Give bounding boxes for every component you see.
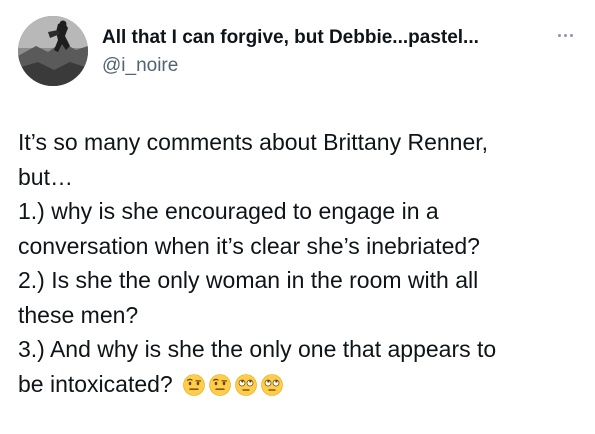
- face-with-rolling-eyes-emoji: [261, 373, 283, 396]
- face-with-raised-eyebrow-emoji: [209, 373, 231, 396]
- more-dot: [558, 34, 561, 37]
- tweet-line: these men?: [18, 301, 139, 328]
- tweet-line: conversation when it’s clear she’s inebr…: [18, 232, 480, 259]
- tweet-line: It’s so many comments about Brittany Ren…: [18, 129, 489, 155]
- tweet-line: but…: [18, 163, 73, 190]
- tweet-line: 3.) And why is she the only one that app…: [18, 336, 497, 362]
- tweet-line: be intoxicated?: [18, 370, 173, 397]
- face-with-raised-eyebrow-emoji: [183, 373, 205, 396]
- face-with-rolling-eyes-emoji: [235, 373, 257, 396]
- tweet-card: All that I can forgive, but Debbie...pas…: [0, 0, 595, 434]
- tweet-line: 2.) Is she the only woman in the room wi…: [18, 267, 479, 293]
- author-handle[interactable]: @i_noire: [102, 55, 178, 77]
- avatar[interactable]: [18, 16, 88, 86]
- more-dot: [564, 34, 567, 37]
- profile-photo-icon: [18, 16, 88, 86]
- more-horizontal-icon[interactable]: [556, 31, 576, 41]
- author-display-name[interactable]: All that I can forgive, but Debbie...pas…: [102, 27, 542, 49]
- more-dot: [570, 34, 573, 37]
- tweet-last-line: be intoxicated?: [18, 367, 578, 402]
- tweet-line: 1.) why is she encouraged to engage in a: [18, 198, 439, 224]
- tweet-text: It’s so many comments about Brittany Ren…: [18, 125, 578, 401]
